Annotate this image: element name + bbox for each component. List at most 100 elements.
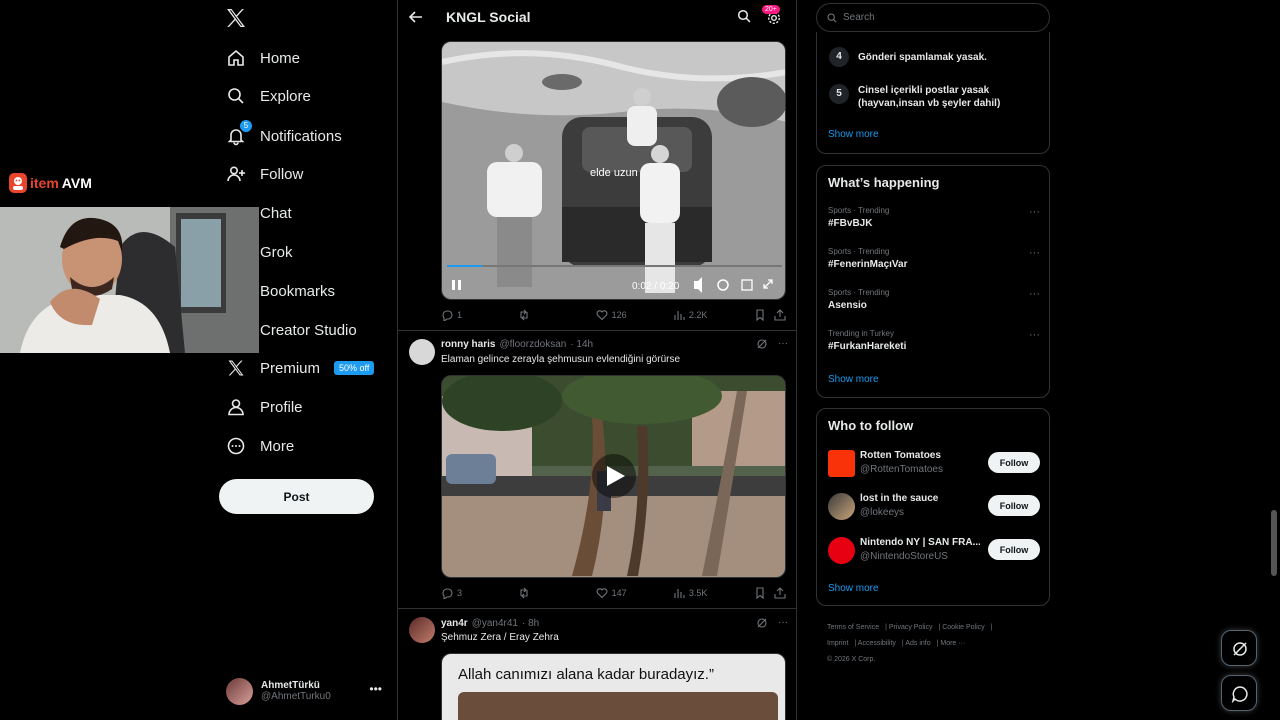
more-dots-icon[interactable]: •••: [369, 682, 382, 696]
more-dots-icon[interactable]: ···: [778, 338, 788, 350]
footer-link[interactable]: More ···: [940, 640, 965, 647]
suggested-account[interactable]: lost in the sauce @lokeeys Follow: [828, 492, 1040, 522]
reply-button[interactable]: 1: [441, 309, 518, 321]
footer-link[interactable]: Cookie Policy: [942, 624, 984, 631]
tweet-author-handle[interactable]: @yan4r41: [472, 618, 518, 629]
more-dots-icon[interactable]: ···: [1029, 288, 1040, 300]
share-button[interactable]: [774, 587, 786, 599]
nav-more[interactable]: More: [226, 431, 294, 461]
nav-notifications[interactable]: 5 Notifications: [226, 120, 342, 151]
footer-link[interactable]: Accessibility: [858, 640, 896, 647]
like-button[interactable]: 147: [596, 587, 673, 599]
trend-meta: Trending in Turkey: [828, 329, 894, 338]
views-button[interactable]: 3.5K: [673, 587, 754, 599]
rule-number: 5: [829, 84, 849, 104]
nav-notifications-label: Notifications: [260, 127, 342, 145]
follow-button[interactable]: Follow: [988, 495, 1040, 516]
reply-button[interactable]: 3: [441, 587, 518, 599]
heart-icon: [596, 588, 608, 599]
brand-word-2: AVM: [61, 175, 92, 191]
reply-count: 3: [457, 588, 463, 598]
nav-explore[interactable]: Explore: [226, 81, 311, 111]
avatar: [828, 493, 855, 520]
tweet-author-handle[interactable]: @floorzdoksan: [499, 339, 566, 350]
x-logo-icon[interactable]: [224, 6, 248, 30]
repost-button[interactable]: [518, 587, 595, 599]
follow-show-more-link[interactable]: Show more: [828, 583, 879, 594]
avatar[interactable]: [409, 339, 435, 365]
scrollbar-thumb[interactable]: [1271, 510, 1277, 576]
messages-fab-button[interactable]: [1221, 675, 1257, 711]
search-input[interactable]: [843, 12, 1023, 23]
nav-premium[interactable]: Premium 50% off: [226, 353, 375, 383]
tweet-text: Şehmuz Zera / Eray Zehra: [441, 632, 559, 643]
footer-link[interactable]: Ads info: [905, 640, 930, 647]
share-button[interactable]: [774, 309, 786, 321]
bookmark-icon: [756, 309, 764, 321]
bookmark-button[interactable]: [754, 587, 774, 599]
trend-item[interactable]: Trending in Turkey #FurkanHareketi ···: [828, 329, 1040, 363]
rule-number: 4: [829, 47, 849, 67]
like-count: 147: [611, 588, 627, 598]
video-player[interactable]: elde uzun 0:02 / 0:20: [441, 41, 786, 300]
post-button[interactable]: Post: [219, 479, 374, 514]
video-player[interactable]: [441, 375, 786, 578]
nav-home[interactable]: Home: [226, 43, 300, 73]
bell-icon: 5: [226, 120, 252, 146]
views-button[interactable]: 2.2K: [673, 309, 754, 321]
trend-item[interactable]: Sports · Trending #FenerinMaçıVar ···: [828, 247, 1040, 281]
repost-button[interactable]: [518, 309, 595, 321]
avatar[interactable]: [409, 617, 435, 643]
view-count: 3.5K: [688, 588, 708, 598]
community-title: KNGL Social: [446, 9, 531, 25]
footer-link[interactable]: Privacy Policy: [889, 624, 933, 631]
tweet-actions: 1 126 2.2K: [441, 307, 786, 323]
home-icon: [226, 48, 246, 68]
tweet-age[interactable]: · 8h: [522, 618, 539, 629]
rule-text: Gönderi spamlamak yasak.: [858, 52, 987, 63]
tweet-image[interactable]: Allah canımızı alana kadar buradayız.”: [441, 653, 786, 720]
grok-fab-button[interactable]: [1221, 630, 1257, 666]
who-to-follow-title: Who to follow: [828, 418, 914, 433]
account-switcher[interactable]: AhmetTürkü @AhmetTurku0 •••: [226, 676, 386, 706]
like-button[interactable]: 126: [596, 309, 673, 321]
search-box[interactable]: [816, 3, 1050, 32]
tweet-author-name[interactable]: ronny haris: [441, 339, 495, 350]
image-content: [458, 692, 778, 720]
reply-icon: [442, 588, 453, 599]
bookmark-button[interactable]: [754, 309, 774, 321]
nav-follow[interactable]: Follow: [226, 159, 303, 189]
reply-icon: [442, 310, 453, 321]
more-dots-icon[interactable]: ···: [1029, 329, 1040, 341]
trend-name: #FBvBJK: [828, 218, 873, 229]
nav-premium-label: Premium: [260, 359, 321, 377]
more-dots-icon[interactable]: ···: [778, 617, 788, 629]
suggested-account-name: Nintendo NY | SAN FRA...: [860, 537, 980, 548]
bookmark-icon: [756, 587, 764, 599]
footer-link[interactable]: Imprint: [827, 640, 848, 647]
rules-show-more-link[interactable]: Show more: [828, 129, 879, 140]
footer-link[interactable]: Terms of Service: [827, 624, 879, 631]
video-time: 0:02 / 0:20: [632, 281, 680, 292]
nav-profile[interactable]: Profile: [226, 392, 303, 422]
more-dots-icon[interactable]: ···: [1029, 206, 1040, 218]
share-icon: [774, 309, 786, 321]
views-icon: [674, 589, 685, 598]
back-arrow-icon[interactable]: [408, 9, 424, 25]
trend-item[interactable]: Sports · Trending #FBvBJK ···: [828, 206, 1040, 240]
suggested-account[interactable]: Nintendo NY | SAN FRA... @NintendoStoreU…: [828, 536, 1040, 566]
suggested-account[interactable]: Rotten Tomatoes @RottenTomatoes Follow: [828, 449, 1040, 479]
follow-button[interactable]: Follow: [988, 539, 1040, 560]
trends-show-more-link[interactable]: Show more: [828, 374, 879, 385]
tweet-age[interactable]: · 14h: [570, 339, 593, 350]
tweet-author-name[interactable]: yan4r: [441, 618, 468, 629]
trend-item[interactable]: Sports · Trending Asensio ···: [828, 288, 1040, 322]
x-icon: [226, 358, 246, 378]
webcam-feed: [0, 207, 259, 353]
rule-text: Cinsel içerikli postlar yasak (hayvan,in…: [858, 85, 1001, 109]
more-dots-icon[interactable]: ···: [1029, 247, 1040, 259]
follow-button[interactable]: Follow: [988, 452, 1040, 473]
grok-icon[interactable]: [756, 617, 768, 629]
search-icon[interactable]: [737, 9, 751, 23]
grok-icon[interactable]: [756, 338, 768, 350]
